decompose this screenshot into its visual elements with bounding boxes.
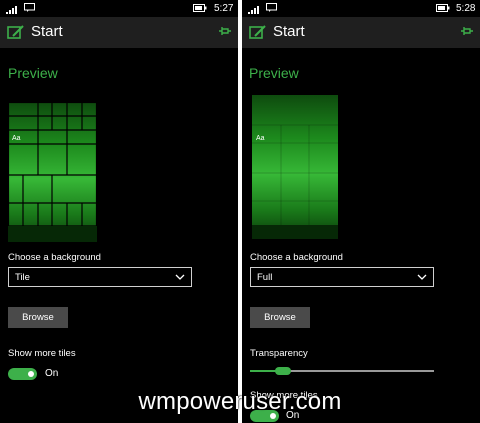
background-select-value: Full	[257, 272, 273, 283]
background-select[interactable]: Tile	[8, 267, 192, 287]
status-bar: 5:28	[242, 0, 480, 17]
preview-image: Aa	[8, 102, 97, 242]
chevron-down-icon	[175, 274, 185, 280]
page-header: Start	[0, 17, 238, 48]
background-select[interactable]: Full	[250, 267, 434, 287]
signal-icon	[248, 6, 259, 14]
show-more-tiles-label: Show more tiles	[8, 348, 76, 359]
pin-icon[interactable]	[460, 25, 474, 37]
personalize-icon	[7, 25, 24, 39]
status-time: 5:28	[456, 3, 476, 14]
status-time: 5:27	[214, 3, 234, 14]
screen-right: 5:28 Start Preview Aa Choose a backgroun…	[242, 0, 480, 423]
toggle-knob	[28, 371, 34, 377]
watermark: wmpoweruser.com	[138, 388, 342, 415]
tile-font-sample: Aa	[12, 135, 21, 142]
background-select-value: Tile	[15, 272, 30, 283]
chevron-down-icon	[417, 274, 427, 280]
show-more-tiles-state: On	[45, 368, 59, 379]
browse-button[interactable]: Browse	[8, 307, 68, 328]
screen-left: 5:27 Start Preview Aa Choose a backgroun…	[0, 0, 238, 423]
show-more-tiles-toggle[interactable]	[8, 368, 37, 380]
section-title: Preview	[8, 65, 58, 81]
status-bar: 5:27	[0, 0, 238, 17]
background-label: Choose a background	[250, 252, 343, 263]
battery-icon	[193, 4, 207, 12]
pin-icon[interactable]	[218, 25, 232, 37]
background-label: Choose a background	[8, 252, 101, 263]
preview-image: Aa	[252, 95, 338, 239]
tile-grid	[8, 102, 97, 242]
transparency-slider-thumb[interactable]	[275, 367, 291, 375]
signal-icon	[6, 6, 17, 14]
page-title: Start	[273, 23, 305, 40]
tile-font-sample: Aa	[256, 135, 265, 142]
transparency-label: Transparency	[250, 348, 308, 359]
full-background-overlay	[252, 124, 338, 239]
personalize-icon	[249, 25, 266, 39]
browse-button[interactable]: Browse	[250, 307, 310, 328]
message-icon	[24, 3, 35, 12]
section-title: Preview	[249, 65, 299, 81]
message-icon	[266, 3, 277, 12]
page-header: Start	[242, 17, 480, 48]
battery-icon	[436, 4, 450, 12]
page-title: Start	[31, 23, 63, 40]
